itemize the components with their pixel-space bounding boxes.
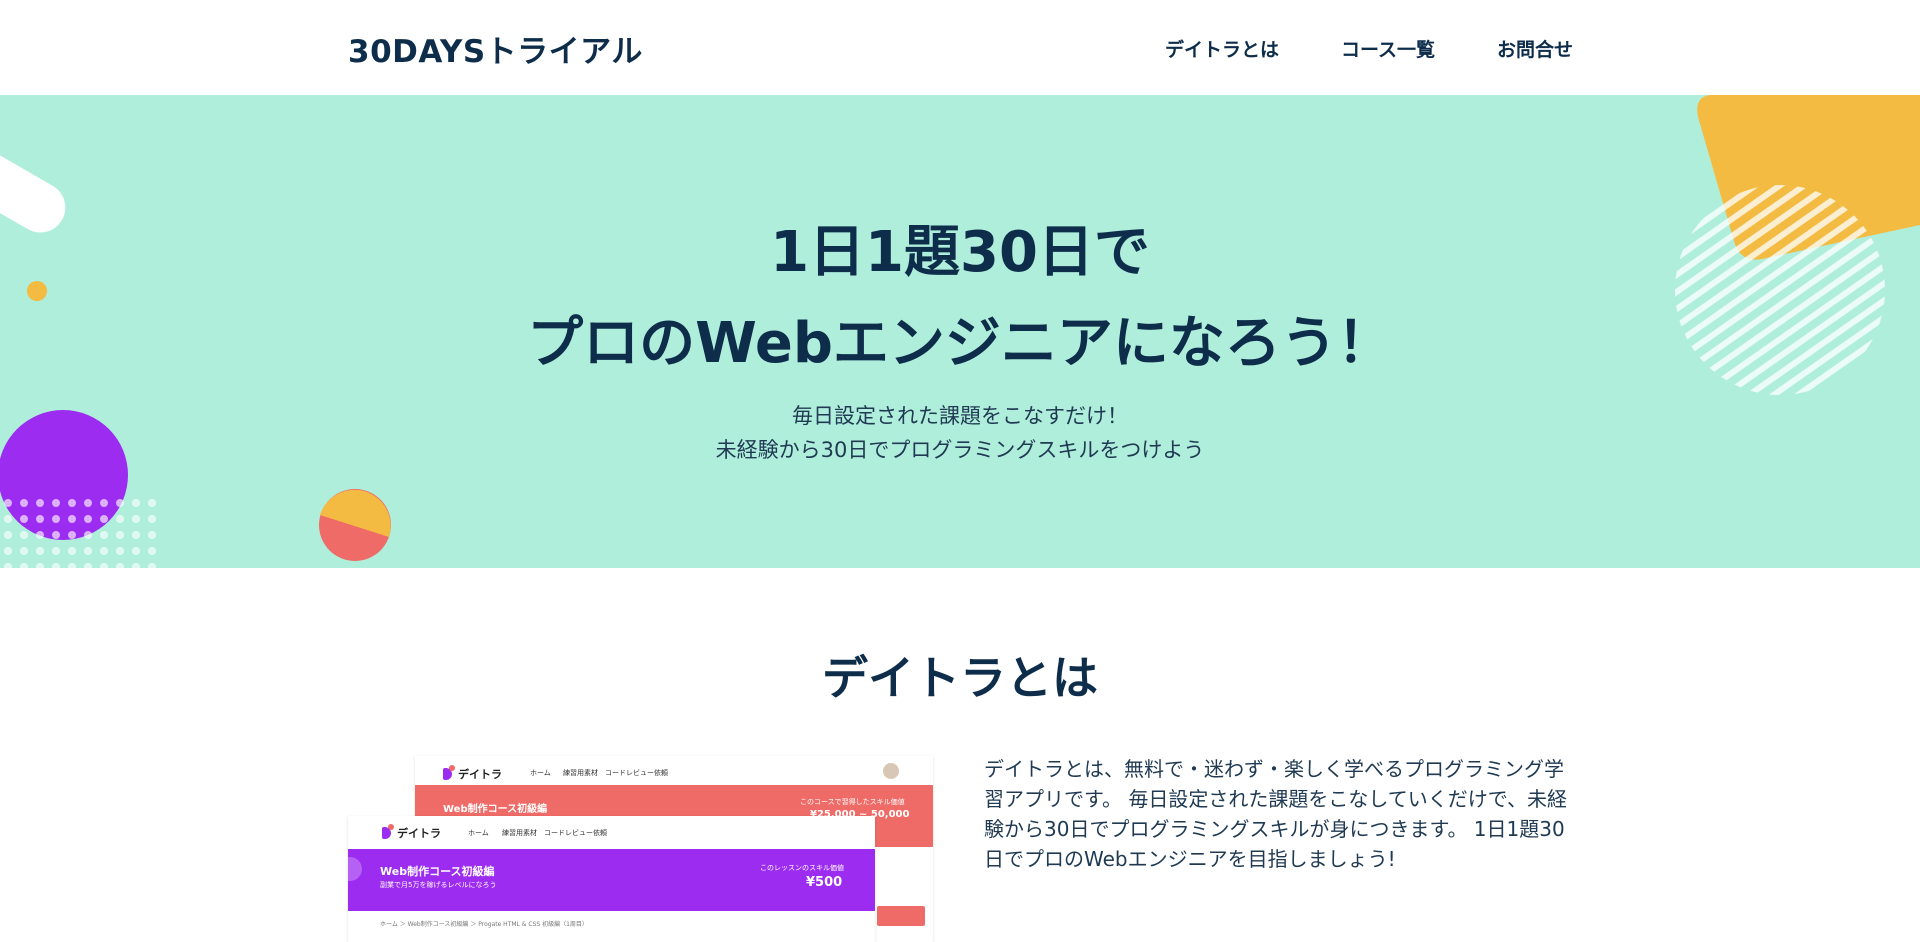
app-screenshot-front: デイトラ ホーム 練習用素材 コードレビュー依頼 Web制作コース初級編 副業で…: [348, 816, 875, 942]
app-nav-materials: 練習用素材: [563, 769, 598, 777]
app-nav-home: ホーム: [530, 769, 551, 777]
app-banner-subtitle: 副業で月5万を稼げるレベルになろう: [380, 881, 497, 889]
about-description: デイトラとは、無料で・迷わず・楽しく学べるプログラミング学習アプリです。 毎日設…: [984, 757, 1567, 871]
app-banner-title: Web制作コース初級編: [380, 865, 495, 878]
nav-link-contact[interactable]: お問合せ: [1497, 35, 1573, 62]
hero-section: 1日1題30日で プロのWebエンジニアになろう！ 毎日設定された課題をこなすだ…: [0, 95, 1920, 568]
nav-link-about[interactable]: デイトラとは: [1165, 35, 1279, 62]
app-logo-text: デイトラ: [397, 827, 441, 840]
app-avatar: [883, 763, 899, 779]
app-logo-icon: [443, 765, 455, 780]
app-banner-purple: Web制作コース初級編 副業で月5万を稼げるレベルになろう このレッスンのスキル…: [348, 849, 875, 911]
app-nav-review: コードレビュー依頼: [544, 829, 607, 837]
hero-title-line2: プロのWebエンジニアになろう！: [527, 311, 1393, 376]
site-logo[interactable]: 30DAYSトライアル: [348, 26, 643, 71]
app-skill-label: このコースで習得したスキル価値: [800, 798, 905, 806]
dots-pattern: [0, 495, 160, 568]
app-nav-review: コードレビュー依頼: [605, 769, 668, 777]
app-nav-materials: 練習用素材: [502, 829, 537, 837]
hero-subtitle-line2: 未経験から30日でプログラミングスキルをつけよう: [715, 438, 1205, 462]
hero-title-line1: 1日1題30日で: [770, 220, 1150, 285]
app-nav-home: ホーム: [468, 829, 489, 837]
app-banner-title: Web制作コース初級編: [443, 804, 548, 815]
app-skill-label: このレッスンのスキル価値: [760, 864, 844, 872]
app-breadcrumb: ホーム ＞ Web制作コース初級編 ＞ Progate HTML & CSS 初…: [380, 921, 588, 928]
app-price: ¥500: [806, 875, 843, 890]
banner-circle-deco: [348, 857, 362, 881]
nav-link-courses[interactable]: コース一覧: [1341, 35, 1435, 62]
about-section-title: デイトラとは: [822, 651, 1098, 705]
app-logo-icon: [382, 824, 394, 839]
hero-subtitle-line1: 毎日設定された課題をこなすだけ！: [792, 404, 1128, 428]
app-button: [877, 906, 925, 926]
app-logo-text: デイトラ: [458, 768, 502, 781]
site-header: 30DAYSトライアル デイトラとは コース一覧 お問合せ: [0, 0, 1920, 95]
